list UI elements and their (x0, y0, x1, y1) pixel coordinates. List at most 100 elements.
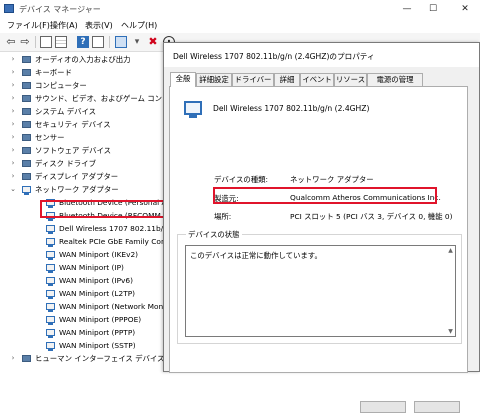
device-manager-titlebar: デバイス マネージャー — ☐ ✕ (0, 0, 480, 18)
tree-item[interactable]: › セキュリティ デバイス (0, 119, 166, 130)
menu-bar: ファイル(F) 操作(A) 表示(V) ヘルプ(H) (0, 18, 480, 32)
properties-view-icon[interactable] (40, 36, 52, 48)
tree-item-label: WAN Miniport (IPv6) (59, 276, 133, 285)
expand-arrow-icon[interactable]: › (9, 353, 17, 362)
tree-item[interactable]: › オーディオの入力および出力 (0, 54, 166, 65)
tree-item[interactable]: WAN Miniport (IKEv2) (0, 249, 166, 260)
disable-x-icon[interactable]: ✖ (147, 36, 159, 48)
location-label: 場所: (214, 212, 232, 221)
tree-item[interactable]: › キーボード (0, 67, 166, 78)
tree-item-label: セキュリティ デバイス (35, 120, 111, 129)
expand-arrow-icon[interactable]: › (9, 171, 17, 182)
tree-item[interactable]: Dell Wireless 1707 802.11b/g/n ( (0, 223, 166, 234)
tree-item[interactable]: WAN Miniport (SSTP) (0, 340, 166, 351)
tree-item[interactable]: › サウンド、ビデオ、およびゲーム コントローラー (0, 93, 166, 104)
display-adapter-icon (22, 173, 31, 180)
tree-item-label: ディスプレイ アダプター (35, 172, 119, 181)
tree-item-label: コンピューター (35, 81, 87, 90)
tree-item-label: ソフトウェア デバイス (35, 146, 112, 155)
cancel-button[interactable] (414, 401, 460, 413)
tree-item-label: キーボード (35, 68, 72, 77)
tree-item[interactable]: WAN Miniport (L2TP) (0, 288, 166, 299)
network-adapter-icon (46, 303, 55, 312)
network-adapter-icon (46, 342, 55, 351)
general-tab-panel: Dell Wireless 1707 802.11b/g/n (2.4GHZ) … (169, 86, 468, 413)
tree-item[interactable]: ⌄ ネットワーク アダプター (0, 184, 166, 195)
expand-arrow-icon[interactable]: › (9, 106, 17, 117)
back-arrow-icon[interactable]: ⇦ (5, 36, 17, 48)
expand-arrow-icon[interactable]: › (9, 67, 17, 78)
ok-button[interactable] (360, 401, 406, 413)
tab-general[interactable]: 全般 (170, 72, 196, 87)
network-adapter-icon (46, 264, 55, 273)
expand-arrow-icon[interactable]: › (9, 93, 17, 104)
refresh-view-icon[interactable] (92, 36, 104, 48)
tree-item-label: ネットワーク アダプター (35, 185, 119, 194)
tree-item-label: WAN Miniport (IP) (59, 263, 124, 272)
sound-icon (22, 95, 31, 102)
network-adapter-icon (46, 290, 55, 299)
network-adapter-icon (46, 238, 55, 247)
expand-arrow-icon[interactable]: › (9, 132, 17, 143)
device-status-group: デバイスの状態 このデバイスは正常に動作しています。 ▲ ▼ (177, 229, 462, 344)
tree-item[interactable]: WAN Miniport (IPv6) (0, 275, 166, 286)
tree-item[interactable]: WAN Miniport (IP) (0, 262, 166, 273)
menu-action[interactable]: 操作(A) (50, 20, 78, 31)
tab-power-management[interactable]: 電源の管理 (367, 73, 423, 86)
uninstall-icon[interactable]: ▾ (131, 36, 143, 48)
tree-item[interactable]: › ディスプレイ アダプター (0, 171, 166, 182)
tree-item-label: WAN Miniport (SSTP) (59, 341, 136, 350)
software-device-icon (22, 147, 31, 154)
tab-details[interactable]: 詳細 (274, 73, 300, 86)
selected-device-highlight (40, 200, 165, 218)
scroll-up-icon[interactable]: ▲ (446, 246, 455, 255)
device-list-icon[interactable] (55, 36, 67, 48)
tree-item-label: WAN Miniport (PPPOE) (59, 315, 142, 324)
dialog-title: Dell Wireless 1707 802.11b/g/n (2.4GHZ)の… (173, 52, 375, 61)
tree-item[interactable]: › ディスク ドライブ (0, 158, 166, 169)
tree-item[interactable]: › ソフトウェア デバイス (0, 145, 166, 156)
menu-help[interactable]: ヘルプ(H) (121, 20, 157, 31)
tab-events[interactable]: イベント (300, 73, 334, 86)
expand-arrow-icon[interactable]: › (9, 54, 17, 65)
scroll-down-icon[interactable]: ▼ (446, 327, 455, 336)
toolbar-separator (35, 36, 36, 48)
properties-dialog: Dell Wireless 1707 802.11b/g/n (2.4GHZ)の… (163, 42, 480, 413)
tree-item[interactable]: › ヒューマン インターフェイス デバイス (0, 353, 166, 362)
tree-item[interactable]: WAN Miniport (PPPOE) (0, 314, 166, 325)
tree-item-label: センサー (35, 133, 65, 142)
security-device-icon (22, 121, 31, 128)
maximize-button[interactable]: ☐ (422, 0, 444, 18)
tab-advanced[interactable]: 詳細設定 (196, 73, 232, 86)
tree-item[interactable]: WAN Miniport (PPTP) (0, 327, 166, 338)
hid-icon (22, 355, 31, 362)
close-button[interactable]: ✕ (454, 0, 476, 18)
tree-item-label: オーディオの入力および出力 (35, 55, 131, 64)
expand-arrow-icon[interactable]: › (9, 119, 17, 130)
expand-arrow-icon[interactable]: › (9, 145, 17, 156)
computer-scan-icon[interactable] (115, 36, 127, 48)
tree-item[interactable]: › センサー (0, 132, 166, 143)
minimize-button[interactable]: — (396, 0, 418, 18)
device-status-label: デバイスの状態 (186, 229, 242, 240)
device-name: Dell Wireless 1707 802.11b/g/n (2.4GHZ) (213, 104, 370, 113)
tree-item[interactable]: › システム デバイス (0, 106, 166, 117)
tree-item[interactable]: › コンピューター (0, 80, 166, 91)
keyboard-icon (22, 69, 31, 76)
expand-arrow-icon[interactable]: › (9, 158, 17, 169)
tree-item[interactable]: Realtek PCIe GbE Family Contro (0, 236, 166, 247)
tree-item[interactable]: WAN Miniport (Network Monito (0, 301, 166, 312)
tab-driver[interactable]: ドライバー (232, 73, 274, 86)
help-icon[interactable]: ? (77, 36, 89, 48)
toolbar-separator (109, 36, 110, 48)
device-status-textbox[interactable]: このデバイスは正常に動作しています。 ▲ ▼ (185, 245, 456, 337)
menu-file[interactable]: ファイル(F) (7, 20, 50, 31)
collapse-arrow-icon[interactable]: ⌄ (9, 184, 17, 195)
network-adapter-icon (46, 225, 55, 234)
tab-resources[interactable]: リソース (334, 73, 367, 86)
device-type-label: デバイスの種類: (214, 175, 269, 184)
expand-arrow-icon[interactable]: › (9, 80, 17, 91)
device-type-value: ネットワーク アダプター (290, 175, 374, 184)
forward-arrow-icon[interactable]: ⇨ (19, 36, 31, 48)
menu-view[interactable]: 表示(V) (85, 20, 113, 31)
